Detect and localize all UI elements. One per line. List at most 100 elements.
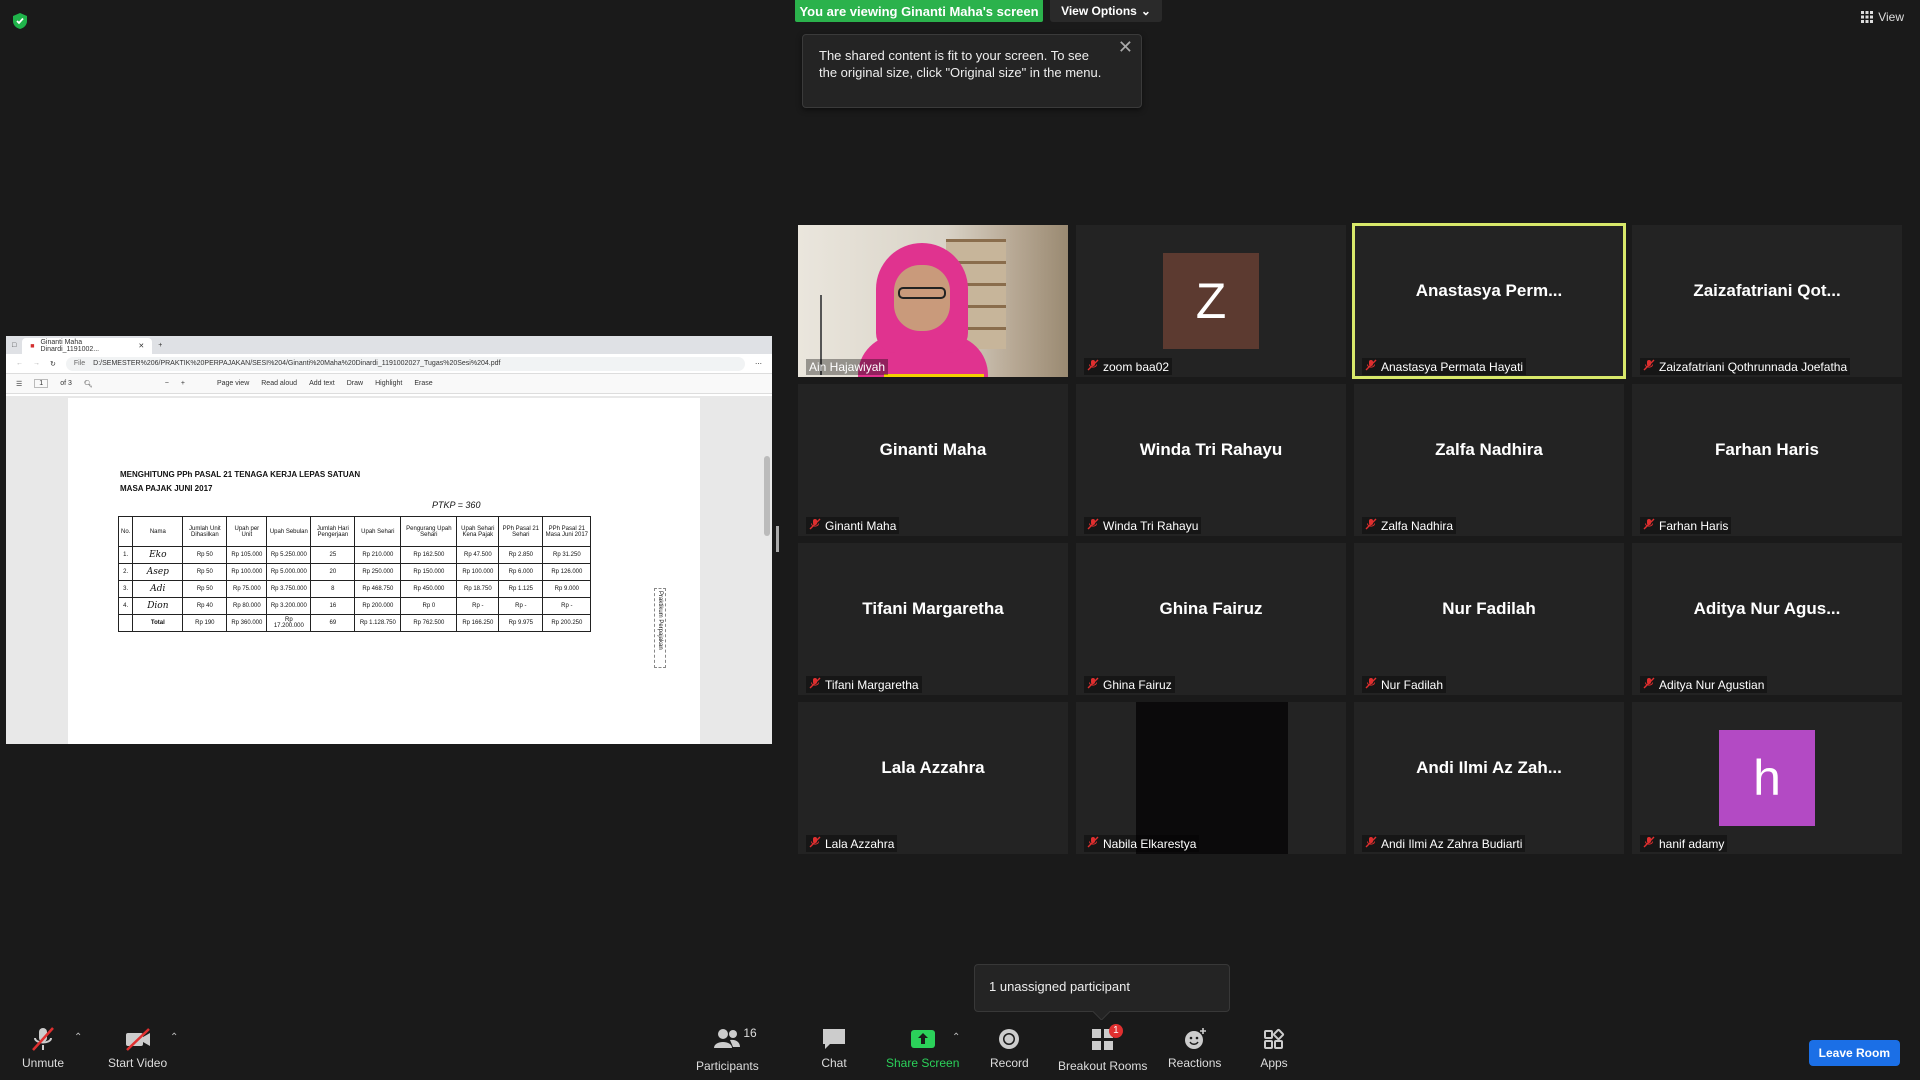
participant-tile[interactable]: Zzoom baa02 bbox=[1076, 225, 1346, 377]
video-options-chevron-icon[interactable]: ⌃ bbox=[170, 1032, 178, 1043]
security-shield-icon[interactable] bbox=[12, 12, 28, 30]
participant-tile[interactable]: Ginanti Maha Ginanti Maha bbox=[798, 384, 1068, 536]
participant-tile[interactable]: Andi Ilmi Az Zah... Andi Ilmi Az Zahra Bu… bbox=[1354, 702, 1624, 854]
table-cell: Rp 200.000 bbox=[354, 597, 402, 615]
share-screen-button[interactable]: Share Screen bbox=[886, 1026, 959, 1070]
unmute-button[interactable]: Unmute bbox=[22, 1026, 64, 1070]
participant-name-label: Zalfa Nadhira bbox=[1362, 517, 1457, 534]
shared-screen[interactable]: □ ■ Ginanti Maha Dinardi_1191002... ✕ + … bbox=[6, 336, 772, 744]
participant-tile[interactable]: Winda Tri Rahayu Winda Tri Rahayu bbox=[1076, 384, 1346, 536]
browser-tab[interactable]: ■ Ginanti Maha Dinardi_1191002... ✕ bbox=[22, 338, 153, 354]
participant-tile[interactable]: h hanif adamy bbox=[1632, 702, 1902, 854]
table-header-row: No. Nama Jumlah Unit Dihasilkan Upah per… bbox=[117, 516, 592, 547]
participant-name-label: Farhan Haris bbox=[1640, 517, 1732, 534]
table-cell: Rp 190 bbox=[182, 614, 228, 632]
tab-actions-icon[interactable]: □ bbox=[12, 342, 16, 349]
participant-tile[interactable]: Anastasya Perm... Anastasya Permata Hayat… bbox=[1352, 223, 1626, 379]
table-cell: Rp 3.750.000 bbox=[266, 580, 312, 598]
header-cell: Jumlah Hari Pengerjaan bbox=[310, 516, 356, 547]
pdf-tool-read-aloud[interactable]: Read aloud bbox=[261, 380, 297, 387]
unassigned-participant-popover[interactable]: 1 unassigned participant bbox=[974, 964, 1230, 1012]
more-icon[interactable]: ⋯ bbox=[755, 360, 762, 368]
reactions-label: Reactions bbox=[1168, 1056, 1222, 1070]
participant-tile[interactable]: Farhan Haris Farhan Haris bbox=[1632, 384, 1902, 536]
refresh-icon[interactable]: ↻ bbox=[50, 360, 56, 368]
pdf-tool-page-view[interactable]: Page view bbox=[217, 380, 249, 387]
view-layout-button[interactable]: View bbox=[1861, 10, 1904, 24]
table-cell: 25 bbox=[310, 546, 356, 564]
table-cell: Rp 47.500 bbox=[456, 546, 500, 564]
resize-handle[interactable] bbox=[776, 526, 779, 552]
participant-name-label: hanif adamy bbox=[1640, 835, 1728, 852]
participants-label: Participants bbox=[696, 1059, 759, 1073]
audio-options-chevron-icon[interactable]: ⌃ bbox=[74, 1032, 82, 1043]
contents-icon[interactable]: ☰ bbox=[16, 380, 22, 388]
participants-icon bbox=[714, 1029, 741, 1048]
avatar: h bbox=[1719, 730, 1815, 826]
close-icon[interactable]: ✕ bbox=[138, 342, 144, 350]
forward-icon[interactable]: → bbox=[33, 360, 40, 367]
participant-tile[interactable]: Lala Azzahra Lala Azzahra bbox=[798, 702, 1068, 854]
table-total-row: Total Rp 190 Rp 360.000 Rp 17.200.000 69… bbox=[117, 614, 592, 632]
table-cell: Rp 0 bbox=[400, 597, 458, 615]
chat-button[interactable]: Chat bbox=[820, 1026, 848, 1070]
close-icon[interactable]: ✕ bbox=[1118, 38, 1133, 56]
table-cell: Rp 100.000 bbox=[456, 563, 500, 581]
meeting-toolbar: Unmute ⌃ Start Video ⌃ 16 Participants C… bbox=[0, 1020, 1920, 1080]
page-total: of 3 bbox=[60, 380, 72, 387]
participant-name: hanif adamy bbox=[1659, 836, 1725, 851]
page-number-field[interactable]: 1 bbox=[34, 379, 49, 388]
participant-tile[interactable]: Nur Fadilah Nur Fadilah bbox=[1354, 543, 1624, 695]
back-icon[interactable]: ← bbox=[16, 360, 23, 367]
muted-microphone-icon bbox=[1643, 359, 1655, 374]
table-cell: Rp 162.500 bbox=[400, 546, 458, 564]
participant-tile[interactable]: Nabila Elkarestya bbox=[1076, 702, 1346, 854]
start-video-button[interactable]: Start Video bbox=[108, 1026, 167, 1070]
participant-name-label: Lala Azzahra bbox=[806, 835, 898, 852]
participant-name-label: Zaizafatriani Qothrunnada Joefatha bbox=[1640, 358, 1851, 375]
url-field[interactable]: File D:/SEMESTER%206/PRAKTIK%20PERPAJAKA… bbox=[65, 356, 745, 371]
participant-name: Nabila Elkarestya bbox=[1103, 836, 1197, 851]
record-button[interactable]: Record bbox=[990, 1026, 1029, 1070]
zoom-in-icon[interactable]: + bbox=[181, 380, 185, 387]
muted-microphone-icon bbox=[1365, 836, 1377, 851]
participant-name: Ain Hajawiyah bbox=[809, 360, 886, 374]
participants-button[interactable]: 16 Participants bbox=[696, 1026, 759, 1073]
participant-tile[interactable]: Ain Hajawiyah bbox=[798, 225, 1068, 377]
reactions-button[interactable]: Reactions bbox=[1168, 1026, 1221, 1070]
breakout-rooms-button[interactable]: 1 Breakout Rooms bbox=[1058, 1024, 1147, 1073]
apps-button[interactable]: Apps bbox=[1260, 1026, 1288, 1070]
table-cell: Dion bbox=[132, 597, 184, 615]
pdf-tool-erase[interactable]: Erase bbox=[414, 380, 432, 387]
table-cell: Rp 40 bbox=[182, 597, 228, 615]
participant-tile[interactable]: Ghina Fairuz Ghina Fairuz bbox=[1076, 543, 1346, 695]
participant-name-label: zoom baa02 bbox=[1084, 358, 1173, 375]
pdf-tool-draw[interactable]: Draw bbox=[347, 380, 363, 387]
participant-tile[interactable]: Zaizafatriani Qot... Zaizafatriani Qothru… bbox=[1632, 225, 1902, 377]
new-tab-icon[interactable]: + bbox=[158, 342, 162, 349]
participant-name: Farhan Haris bbox=[1659, 518, 1729, 533]
pdf-viewer[interactable]: MENGHITUNG PPh PASAL 21 TENAGA KERJA LEP… bbox=[6, 396, 772, 744]
browser-tab-bar: □ ■ Ginanti Maha Dinardi_1191002... ✕ + bbox=[6, 336, 772, 354]
participant-tile[interactable]: Tifani Margaretha Tifani Margaretha bbox=[798, 543, 1068, 695]
viewing-screen-banner: You are viewing Ginanti Maha's screen bbox=[795, 0, 1043, 22]
share-screen-label: Share Screen bbox=[886, 1056, 960, 1070]
participant-display-name: Farhan Haris bbox=[1715, 440, 1819, 459]
pdf-tool-highlight[interactable]: Highlight bbox=[375, 380, 402, 387]
zoom-out-icon[interactable]: − bbox=[165, 380, 169, 387]
participant-display-name: Ghina Fairuz bbox=[1159, 599, 1263, 618]
search-icon[interactable]: 🔍︎ bbox=[84, 380, 93, 388]
participant-tile[interactable]: Zalfa Nadhira Zalfa Nadhira bbox=[1354, 384, 1624, 536]
muted-microphone-icon bbox=[1365, 359, 1377, 374]
table-cell: Rp 450.000 bbox=[400, 580, 458, 598]
leave-room-button[interactable]: Leave Room bbox=[1808, 1040, 1900, 1066]
pdf-tool-add-text[interactable]: Add text bbox=[309, 380, 335, 387]
participant-display-name: Lala Azzahra bbox=[881, 758, 985, 777]
share-options-chevron-icon[interactable]: ⌃ bbox=[952, 1032, 960, 1043]
participant-tile[interactable]: Aditya Nur Agus... Aditya Nur Agustian bbox=[1632, 543, 1902, 695]
chat-label: Chat bbox=[821, 1056, 847, 1070]
scrollbar[interactable] bbox=[764, 456, 770, 536]
table-cell: Rp 3.200.000 bbox=[266, 597, 312, 615]
view-options-button[interactable]: View Options ⌄ bbox=[1050, 0, 1162, 22]
table-cell: Rp 80.000 bbox=[226, 597, 268, 615]
